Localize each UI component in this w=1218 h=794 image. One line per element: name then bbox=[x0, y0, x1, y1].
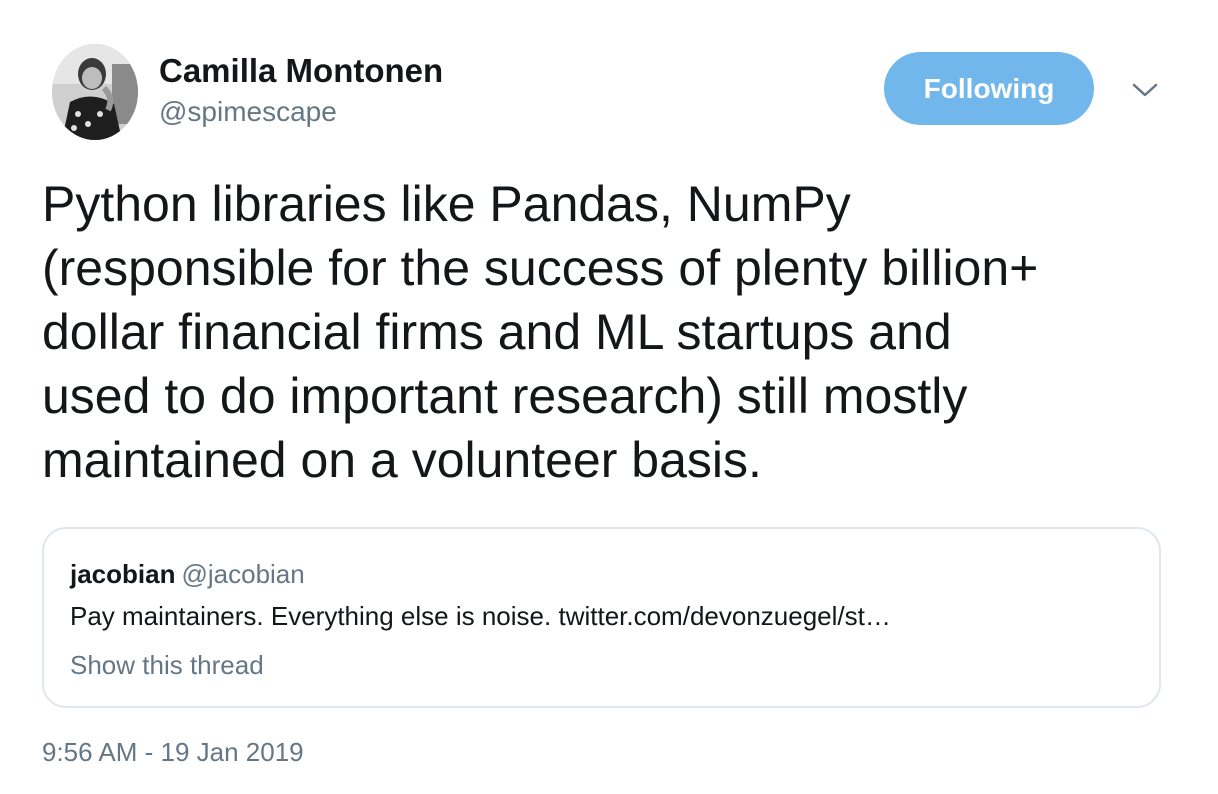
quoted-tweet-body: Pay maintainers. Everything else is nois… bbox=[70, 601, 552, 631]
quoted-author-name: jacobian bbox=[70, 559, 176, 589]
tweet-card: Camilla Montonen @spimescape Following P… bbox=[0, 0, 1218, 794]
avatar[interactable] bbox=[52, 44, 138, 140]
chevron-down-icon bbox=[1132, 83, 1158, 97]
quoted-tweet-link[interactable]: twitter.com/devonzuegel/st… bbox=[558, 601, 890, 631]
author-display-name[interactable]: Camilla Montonen bbox=[159, 52, 443, 90]
tweet-text: Python libraries like Pandas, NumPy (res… bbox=[42, 176, 1039, 488]
following-button[interactable]: Following bbox=[884, 52, 1094, 125]
quoted-tweet[interactable]: jacobian @jacobian Pay maintainers. Every… bbox=[42, 527, 1161, 708]
quoted-author-handle: @jacobian bbox=[181, 559, 305, 589]
show-thread-link[interactable]: Show this thread bbox=[70, 649, 264, 681]
author-handle[interactable]: @spimescape bbox=[159, 96, 337, 128]
tweet-timestamp[interactable]: 9:56 AM - 19 Jan 2019 bbox=[42, 736, 304, 768]
quoted-tweet-header: jacobian @jacobian bbox=[70, 559, 305, 589]
quoted-tweet-text: Pay maintainers. Everything else is nois… bbox=[70, 600, 891, 632]
more-options-button[interactable] bbox=[1128, 78, 1162, 102]
